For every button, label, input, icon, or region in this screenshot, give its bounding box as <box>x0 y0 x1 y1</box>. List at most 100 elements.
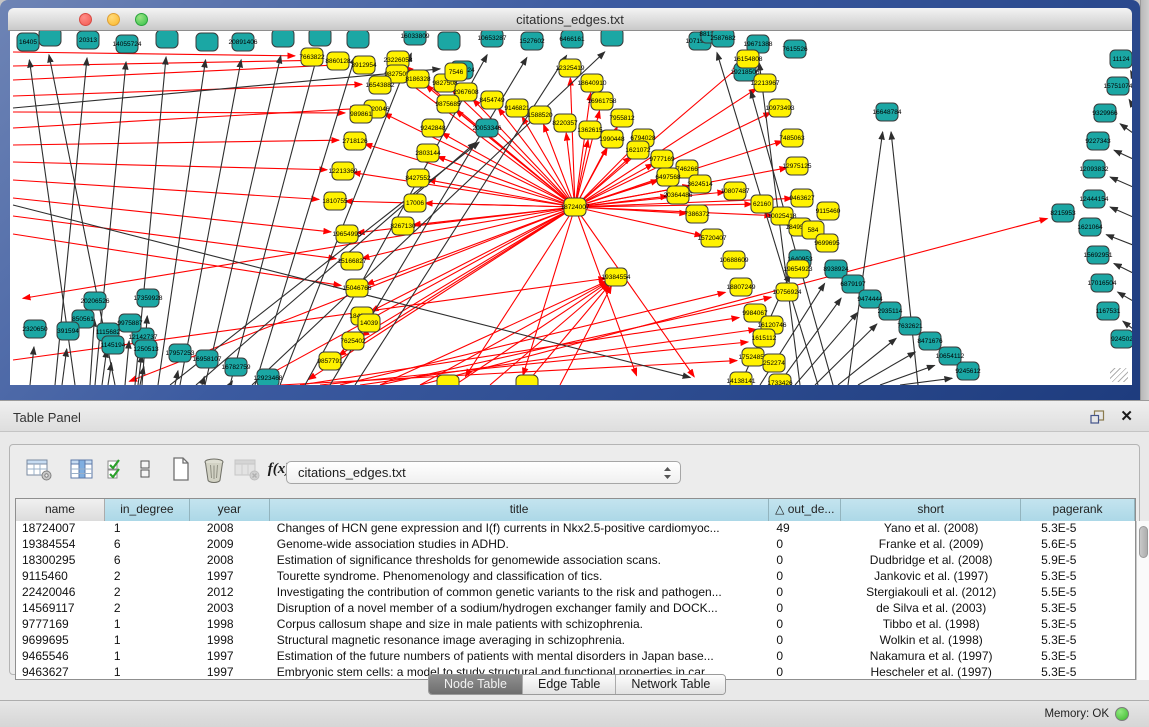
window-resize-grip[interactable] <box>1110 368 1128 382</box>
network-window-frame[interactable]: citations_edges.txt 16405203131405572420… <box>0 0 1140 400</box>
column-header-year[interactable]: year <box>190 499 270 521</box>
tab-edge-table[interactable]: Edge Table <box>523 675 616 694</box>
graph-node[interactable]: 10688609 <box>720 251 749 269</box>
graph-node[interactable]: 924502 <box>1111 330 1132 348</box>
table-row[interactable]: 946554611997Estimation of the future num… <box>16 649 1135 665</box>
graph-node[interactable]: 12444154 <box>1080 190 1109 208</box>
graph-node[interactable]: 19654923 <box>784 260 813 278</box>
column-header-in_degree[interactable]: in_degree <box>105 499 190 521</box>
graph-node[interactable]: 17359928 <box>134 289 163 307</box>
graph-node[interactable]: 16154808 <box>734 50 763 68</box>
graph-node[interactable] <box>347 31 369 48</box>
graph-node[interactable]: 17957253 <box>166 344 195 362</box>
graph-node[interactable]: 18640910 <box>578 74 607 92</box>
graph-node[interactable]: 1588520 <box>527 106 553 124</box>
graph-node[interactable]: 1733426 <box>767 374 793 385</box>
column-header-out_degree[interactable]: △ out_de... <box>769 499 841 521</box>
graph-node[interactable]: 15166827 <box>338 252 367 270</box>
graph-node[interactable]: 15692951 <box>1084 246 1113 264</box>
close-panel-icon[interactable]: ✕ <box>1120 407 1133 425</box>
graph-node[interactable]: 252274 <box>763 354 785 372</box>
graph-node[interactable]: 10973493 <box>766 99 795 117</box>
graph-node[interactable]: 15751074 <box>1104 77 1132 95</box>
graph-node[interactable] <box>39 31 61 46</box>
graph-node[interactable]: 7386372 <box>684 205 710 223</box>
graph-node[interactable]: 18807249 <box>727 278 756 296</box>
graph-node[interactable]: 989861 <box>350 105 372 123</box>
graph-node[interactable]: 8912954 <box>351 56 377 74</box>
column-visibility-button[interactable] <box>67 453 97 485</box>
graph-node[interactable]: 16782759 <box>222 358 251 376</box>
graph-node[interactable]: 12093832 <box>1080 160 1109 178</box>
graph-node[interactable]: 2587682 <box>710 31 736 47</box>
new-table-button[interactable] <box>166 453 196 485</box>
graph-node[interactable]: 7485063 <box>779 129 805 147</box>
graph-node[interactable] <box>156 31 178 48</box>
graph-node[interactable] <box>601 31 623 46</box>
table-row[interactable]: 1456911722003Disruption of a novel membe… <box>16 601 1135 617</box>
graph-node[interactable]: 15720407 <box>698 229 727 247</box>
graph-node[interactable]: 1621072 <box>625 141 651 159</box>
table-row[interactable]: 977716911998Corpus callosum shape and si… <box>16 617 1135 633</box>
graph-node[interactable]: 16958107 <box>193 350 222 368</box>
graph-node[interactable]: 7632621 <box>897 317 923 335</box>
graph-node[interactable]: 16543882 <box>366 76 395 94</box>
graph-node[interactable]: 9146821 <box>504 99 530 117</box>
graph-node[interactable]: 8471676 <box>917 332 943 350</box>
graph-node[interactable]: 12213967 <box>751 74 780 92</box>
table-scrollbar[interactable] <box>1136 521 1149 680</box>
graph-node[interactable]: 14039 <box>358 314 380 332</box>
graph-node[interactable]: 1145194 <box>101 336 126 354</box>
graph-node[interactable]: 9777169 <box>649 150 675 168</box>
graph-node[interactable]: 8220357 <box>552 114 578 132</box>
graph-node[interactable] <box>438 32 460 50</box>
graph-node[interactable]: 15046766 <box>343 279 372 297</box>
graph-node[interactable]: 7955812 <box>609 109 635 127</box>
graph-node[interactable]: 7615526 <box>782 40 808 58</box>
graph-node[interactable]: 12325419 <box>556 59 585 77</box>
table-row[interactable]: 1830029562008Estimation of significance … <box>16 553 1135 569</box>
row-selection-button[interactable] <box>102 453 132 485</box>
graph-node[interactable]: 12975125 <box>783 157 812 175</box>
column-header-name[interactable]: name <box>16 499 105 521</box>
graph-node[interactable]: 11124 <box>1110 50 1132 68</box>
table-row[interactable]: 1872400712008Changes of HCN gene express… <box>16 521 1135 537</box>
graph-node[interactable]: 2935114 <box>878 302 903 320</box>
graph-node[interactable]: 1621064 <box>1077 218 1103 236</box>
network-canvas[interactable]: 1640520313140557242089140616033809106532… <box>10 31 1132 385</box>
graph-node[interactable]: 9875685 <box>435 95 461 113</box>
graph-node[interactable]: 12923468 <box>254 369 283 385</box>
graph-node[interactable]: 1167531 <box>1096 302 1121 320</box>
graph-node[interactable]: 9463627 <box>789 189 815 207</box>
column-header-title[interactable]: title <box>270 499 770 521</box>
graph-node[interactable]: 7546 <box>445 63 467 81</box>
graph-node[interactable]: 19384554 <box>602 268 631 286</box>
column-header-pagerank[interactable]: pagerank <box>1021 499 1135 521</box>
graph-node[interactable]: 391594 <box>57 322 79 340</box>
graph-node[interactable]: 20364486 <box>664 186 693 204</box>
graph-node[interactable]: 9115460 <box>816 202 841 220</box>
graph-node[interactable]: 20891406 <box>229 33 258 51</box>
graph-node[interactable]: 6497568 <box>655 168 681 186</box>
tab-network-table[interactable]: Network Table <box>616 675 725 694</box>
graph-node[interactable]: 1615112 <box>752 329 777 347</box>
scrollbar-thumb[interactable] <box>1139 526 1148 558</box>
graph-node[interactable]: 10653287 <box>478 31 507 47</box>
table-selector-dropdown[interactable]: citations_edges.txt <box>286 461 681 484</box>
table-settings-button[interactable] <box>24 453 54 485</box>
graph-node[interactable]: 3624514 <box>687 175 713 193</box>
graph-node[interactable]: 20206526 <box>81 292 110 310</box>
graph-node[interactable]: 16033809 <box>401 31 430 45</box>
graph-node[interactable]: 9329966 <box>1092 104 1118 122</box>
window-titlebar[interactable]: citations_edges.txt <box>8 8 1132 31</box>
graph-node[interactable]: 8186328 <box>405 70 431 88</box>
graph-node[interactable]: 2803144 <box>415 144 441 162</box>
memory-status-indicator[interactable] <box>1115 707 1129 721</box>
graph-node[interactable]: 8267130 <box>390 217 416 235</box>
graph-node[interactable]: 17006 <box>404 194 426 212</box>
graph-node[interactable]: 9245612 <box>955 362 981 380</box>
graph-node[interactable]: 2320650 <box>22 320 48 338</box>
table-row[interactable]: 2242004622012Investigating the contribut… <box>16 585 1135 601</box>
graph-node[interactable]: 9857791 <box>317 352 343 370</box>
float-panel-icon[interactable] <box>1090 410 1105 425</box>
